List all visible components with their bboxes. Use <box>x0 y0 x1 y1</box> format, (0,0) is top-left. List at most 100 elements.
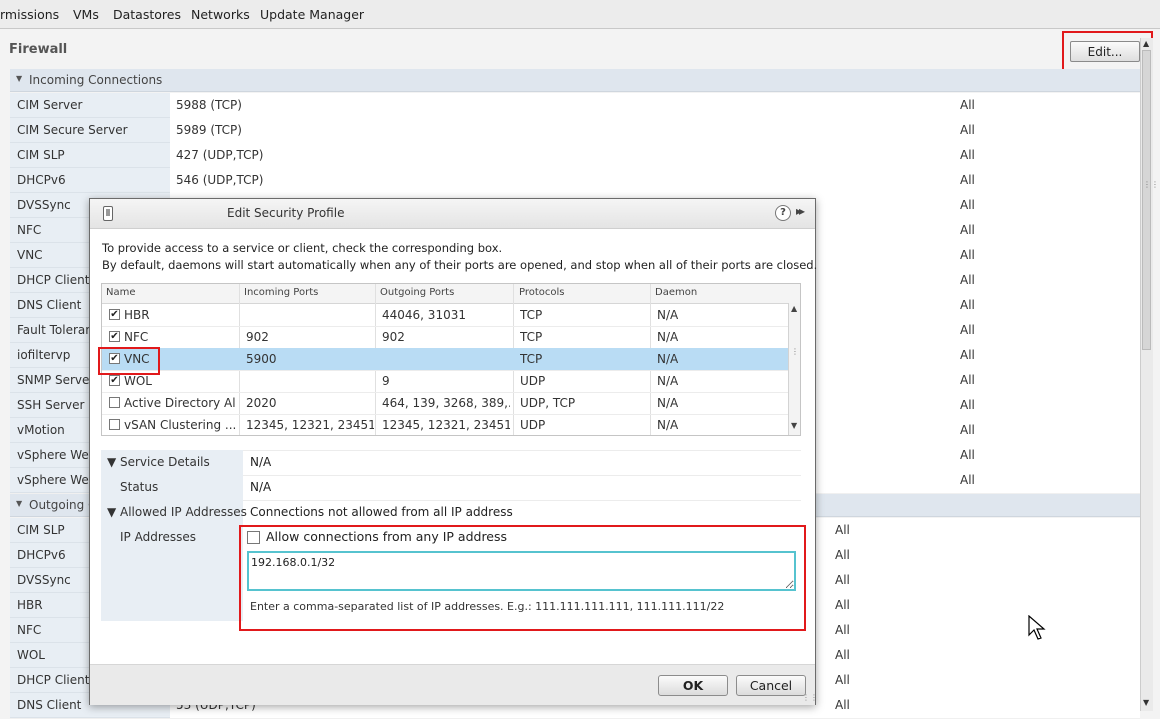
tab-datastores[interactable]: Datastores <box>113 7 181 22</box>
scroll-thumb[interactable] <box>1142 50 1151 350</box>
firewall-row-allowed: All <box>960 473 975 487</box>
service-cell-daemon: N/A <box>657 330 679 344</box>
vnc-row-highlight <box>98 347 160 375</box>
col-protocols[interactable]: Protocols <box>519 287 565 298</box>
service-cell-incoming: 5900 <box>246 352 277 366</box>
service-checkbox[interactable]: ✔ <box>109 331 120 342</box>
firewall-row-allowed: All <box>960 173 975 187</box>
allowed-ip-label-cell: ▼ Allowed IP Addresses <box>101 500 247 525</box>
cancel-button[interactable]: Cancel <box>736 675 806 696</box>
service-cell-protocols: TCP <box>520 330 543 344</box>
tab-networks[interactable]: Networks <box>191 7 250 22</box>
firewall-row-allowed: All <box>835 548 850 562</box>
grid-scrollbar[interactable]: ▲ ⋮⋮ ▼ <box>788 303 800 435</box>
status-label: Status <box>120 480 159 494</box>
scroll-down-icon[interactable]: ▼ <box>791 421 797 430</box>
service-row[interactable]: vSAN Clustering ... 12345, 12321, 23451 12… <box>102 414 788 435</box>
service-cell-daemon: N/A <box>657 308 679 322</box>
tab-update-manager[interactable]: Update Manager <box>260 7 364 22</box>
service-row[interactable]: ✔ HBR 44046, 31031 TCP N/A <box>102 304 788 327</box>
service-cell-incoming: 902 <box>246 330 269 344</box>
service-cell-name: WOL <box>124 374 152 388</box>
help-icon[interactable]: ? <box>775 205 791 221</box>
firewall-row-allowed: All <box>960 448 975 462</box>
allowed-ip-label: Allowed IP Addresses <box>120 505 247 519</box>
service-checkbox[interactable] <box>109 419 120 430</box>
firewall-row-allowed: All <box>960 323 975 337</box>
service-cell-protocols: UDP <box>520 418 546 432</box>
tab-vms[interactable]: VMs <box>73 7 99 22</box>
firewall-row[interactable]: DHCPv6 546 (UDP,TCP) All <box>10 168 1140 194</box>
intro-line-1: To provide access to a service or client… <box>102 241 503 255</box>
service-cell-outgoing: 9 <box>382 374 390 388</box>
firewall-row-name: DHCPv6 <box>10 168 170 193</box>
expand-icon[interactable]: ▸▸ <box>796 204 805 218</box>
col-daemon[interactable]: Daemon <box>655 287 697 298</box>
tab-permissions[interactable]: rmissions <box>0 7 59 22</box>
service-row[interactable]: ✔ NFC 902 902 TCP N/A <box>102 326 788 349</box>
firewall-row-allowed: All <box>960 423 975 437</box>
firewall-row-allowed: All <box>835 623 850 637</box>
dialog-footer: OK Cancel <box>90 664 815 705</box>
service-checkbox[interactable] <box>109 397 120 408</box>
intro-line-2: By default, daemons will start automatic… <box>102 258 818 272</box>
grip-icon: ⋮⋮ <box>791 347 800 356</box>
service-checkbox[interactable]: ✔ <box>109 375 120 386</box>
col-incoming-ports[interactable]: Incoming Ports <box>244 287 318 298</box>
service-row[interactable]: Active Directory All 2020 464, 139, 3268, … <box>102 392 788 415</box>
service-details-value-cell: N/A <box>243 450 801 475</box>
firewall-row-allowed: All <box>960 298 975 312</box>
service-details-row: ▼ Service Details N/A <box>101 450 801 475</box>
firewall-row-allowed: All <box>960 223 975 237</box>
incoming-connections-header[interactable]: ▼ Incoming Connections <box>10 69 1140 92</box>
host-icon <box>103 206 113 221</box>
firewall-row-allowed: All <box>960 348 975 362</box>
dialog-titlebar[interactable]: Edit Security Profile ? ▸▸ <box>90 199 815 229</box>
service-checkbox[interactable]: ✔ <box>109 309 120 320</box>
firewall-row-ports: 5989 (TCP) <box>176 123 242 137</box>
collapse-triangle-icon[interactable]: ▼ <box>107 505 116 519</box>
service-cell-outgoing: 44046, 31031 <box>382 308 466 322</box>
service-details-label: Service Details <box>120 455 210 469</box>
col-outgoing-ports[interactable]: Outgoing Ports <box>380 287 454 298</box>
service-row[interactable]: ✔ WOL 9 UDP N/A <box>102 370 788 393</box>
service-cell-outgoing: 464, 139, 3268, 389,... <box>382 396 510 410</box>
collapse-triangle-icon: ▼ <box>16 499 23 508</box>
service-cell-protocols: UDP <box>520 374 546 388</box>
firewall-row-allowed: All <box>960 123 975 137</box>
firewall-row-ports: 5988 (TCP) <box>176 98 242 112</box>
firewall-title: Firewall <box>9 42 68 57</box>
firewall-row-ports: 546 (UDP,TCP) <box>176 173 264 187</box>
service-cell-incoming: 2020 <box>246 396 277 410</box>
firewall-row[interactable]: CIM Server 5988 (TCP) All <box>10 93 1140 119</box>
service-cell-protocols: UDP, TCP <box>520 396 576 410</box>
col-name[interactable]: Name <box>106 287 136 298</box>
edit-security-profile-dialog: Edit Security Profile ? ▸▸ To provide ac… <box>89 198 818 705</box>
mouse-cursor-icon <box>1028 615 1046 640</box>
scroll-down-icon[interactable]: ▼ <box>1143 698 1149 707</box>
service-cell-name: vSAN Clustering ... <box>124 418 236 432</box>
firewall-row-allowed: All <box>960 198 975 212</box>
firewall-row-allowed: All <box>960 98 975 112</box>
firewall-row-name: CIM SLP <box>10 143 170 168</box>
incoming-connections-label: Incoming Connections <box>29 73 163 87</box>
collapse-triangle-icon[interactable]: ▼ <box>107 455 116 469</box>
service-cell-protocols: TCP <box>520 352 543 366</box>
page-scrollbar[interactable]: ▲ ⋮⋮ ▼ <box>1140 38 1159 711</box>
dialog-title: Edit Security Profile <box>227 206 345 220</box>
service-row[interactable]: ✔ VNC 5900 TCP N/A <box>102 348 788 371</box>
resize-grip-icon[interactable]: ⋮⋮ <box>802 693 818 702</box>
firewall-row-allowed: All <box>960 248 975 262</box>
scroll-up-icon[interactable]: ▲ <box>791 304 797 313</box>
firewall-row-ports: 427 (UDP,TCP) <box>176 148 264 162</box>
scroll-up-icon[interactable]: ▲ <box>1143 39 1149 48</box>
service-cell-daemon: N/A <box>657 418 679 432</box>
status-row: Status N/A <box>101 475 801 500</box>
firewall-row-allowed: All <box>835 673 850 687</box>
ok-button[interactable]: OK <box>658 675 728 696</box>
firewall-row[interactable]: CIM Secure Server 5989 (TCP) All <box>10 118 1140 144</box>
firewall-row[interactable]: CIM SLP 427 (UDP,TCP) All <box>10 143 1140 169</box>
firewall-row-allowed: All <box>960 398 975 412</box>
ip-section-highlight <box>239 525 806 631</box>
allowed-ip-value-cell: Connections not allowed from all IP addr… <box>243 500 801 525</box>
